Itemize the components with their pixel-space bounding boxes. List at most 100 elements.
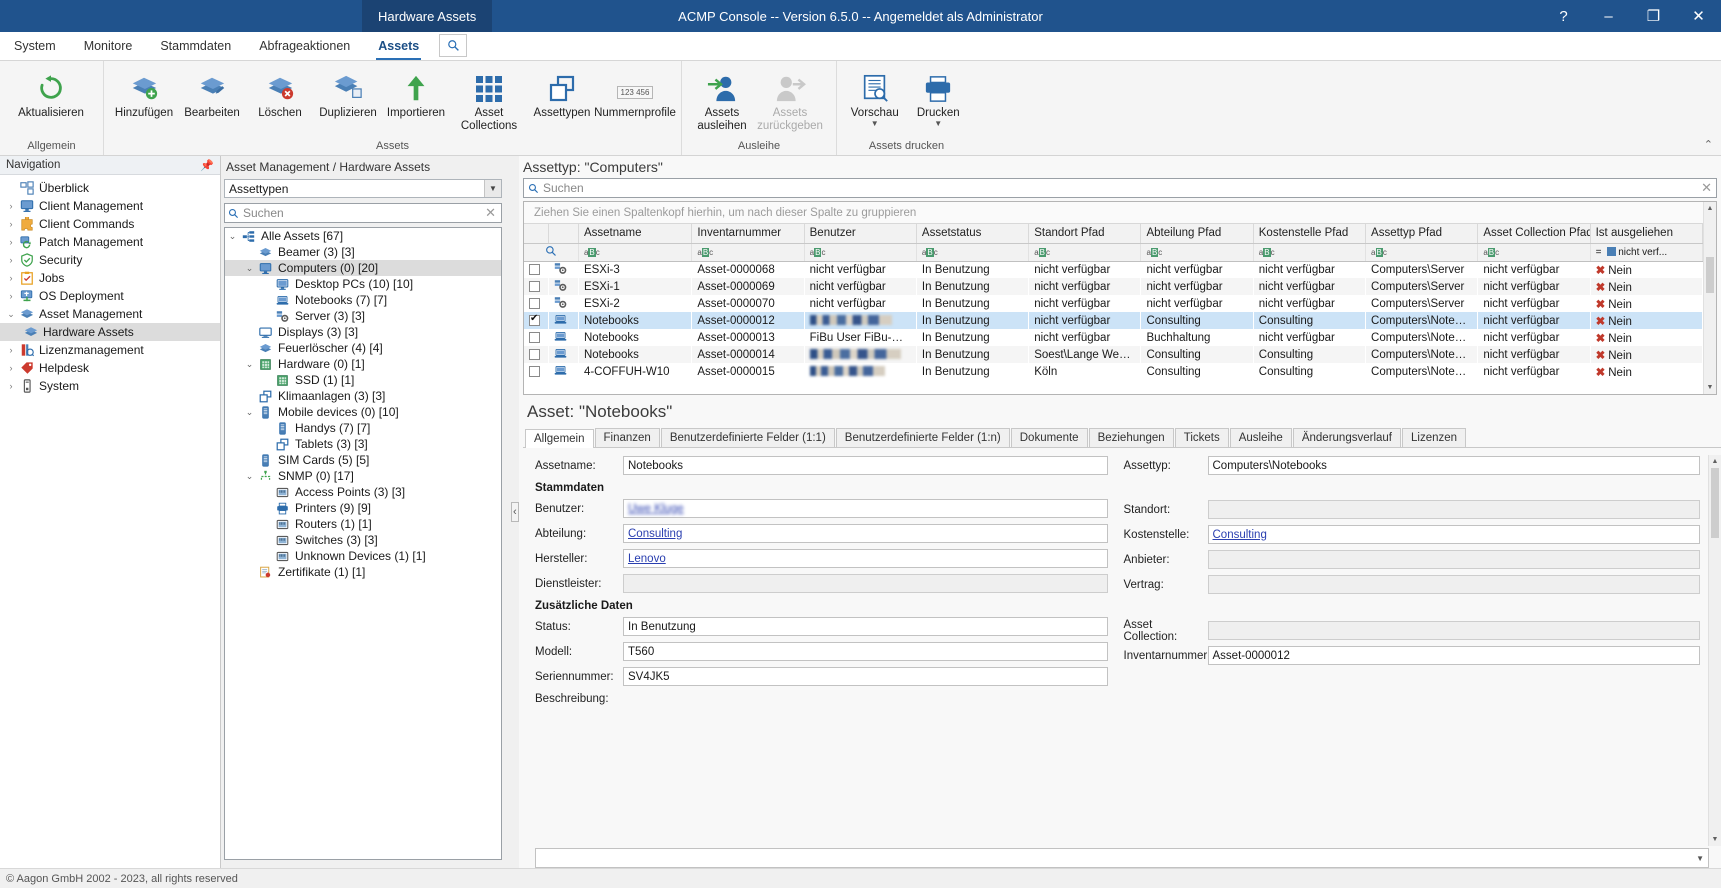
tree-node-access-points-3-3[interactable]: Access Points (3) [3] [225, 484, 501, 500]
table-row[interactable]: NotebooksAsset-0000012In Benutzungnicht … [524, 312, 1703, 329]
edit-button[interactable]: Bearbeiten [178, 66, 246, 123]
menu-item-monitore[interactable]: Monitore [70, 32, 147, 60]
sidebar-item-security[interactable]: ›Security [0, 251, 220, 269]
tab-allgemein[interactable]: Allgemein [525, 429, 594, 448]
assettypen-combo[interactable]: Assettypen ▼ [224, 179, 502, 198]
help-button[interactable]: ? [1541, 0, 1586, 32]
sidebar-item-berblick[interactable]: Überblick [0, 179, 220, 197]
scroll-up-arrow[interactable]: ▲ [1704, 202, 1716, 215]
chevron-down-icon[interactable]: ▼ [1696, 854, 1708, 863]
input-inventarnummer[interactable]: Asset-0000012 [1208, 646, 1701, 665]
chevron-down-icon[interactable]: ⌄ [225, 231, 240, 242]
chevron-right-icon[interactable]: › [4, 363, 18, 373]
value-benutzer[interactable]: Uwe Kluge [628, 503, 684, 515]
tree-node-mobile-devices-0-10[interactable]: ⌄Mobile devices (0) [10] [225, 404, 501, 420]
filter-operator[interactable]: = [1596, 247, 1602, 258]
clear-x-icon[interactable]: ✕ [1701, 180, 1712, 196]
col-assetname[interactable]: Assetname [578, 224, 691, 243]
chevron-right-icon[interactable]: › [4, 255, 18, 265]
row-checkbox-cell[interactable] [524, 329, 549, 346]
grid-vertical-scrollbar[interactable]: ▲ ▼ [1703, 202, 1716, 394]
col-asset-collection-pfad[interactable]: Asset Collection Pfad [1478, 224, 1590, 243]
chevron-down-icon[interactable]: ⌄ [242, 407, 257, 418]
sidebar-item-client-commands[interactable]: ›Client Commands [0, 215, 220, 233]
row-checkbox-cell[interactable] [524, 278, 549, 295]
table-row[interactable]: ESXi-3Asset-0000068nicht verfügbarIn Ben… [524, 261, 1703, 278]
ribbon-collapse-button[interactable]: ⌃ [1704, 138, 1713, 151]
input-kostenstelle[interactable]: Consulting [1208, 525, 1701, 544]
input-seriennummer[interactable]: SV4JK5 [623, 667, 1108, 686]
asset-tree[interactable]: ⌄Alle Assets [67]Beamer (3) [3]⌄Computer… [224, 227, 502, 860]
filter-standort[interactable]: aBc [1029, 243, 1141, 261]
filter-abteilung[interactable]: aBc [1141, 243, 1253, 261]
input-anbieter[interactable] [1208, 550, 1701, 569]
nummernprofile-button[interactable]: 123 456 Nummernprofile [596, 66, 674, 123]
tree-node-zertifikate-1-1[interactable]: Zertifikate (1) [1] [225, 564, 501, 580]
row-checkbox[interactable] [529, 349, 540, 360]
col-assetstatus[interactable]: Assetstatus [916, 224, 1028, 243]
asset-collections-button[interactable]: Asset Collections [450, 66, 528, 136]
detail-vertical-scrollbar[interactable]: ▲ ▼ [1708, 455, 1721, 846]
tree-node-switches-3-3[interactable]: Switches (3) [3] [225, 532, 501, 548]
tree-node-routers-1-1[interactable]: Routers (1) [1] [225, 516, 501, 532]
menu-item-abfrageaktionen[interactable]: Abfrageaktionen [245, 32, 364, 60]
tab-benutzerdefinierte-felder-1-n[interactable]: Benutzerdefinierte Felder (1:n) [836, 428, 1010, 447]
filter-search-icon[interactable] [524, 243, 578, 261]
input-assetname[interactable]: Notebooks [623, 456, 1108, 475]
value-abteilung[interactable]: Consulting [628, 528, 682, 540]
assettypen-button[interactable]: Assettypen [528, 66, 596, 123]
refresh-button[interactable]: Aktualisieren [6, 66, 96, 123]
table-row[interactable]: NotebooksAsset-0000013FiBu User FiBu-Use… [524, 329, 1703, 346]
sidebar-item-client-management[interactable]: ›Client Management [0, 197, 220, 215]
menu-item-assets[interactable]: Assets [364, 32, 433, 60]
table-row[interactable]: ESXi-1Asset-0000069nicht verfügbarIn Ben… [524, 278, 1703, 295]
minimize-button[interactable]: – [1586, 0, 1631, 32]
detail-scroll-track[interactable] [1709, 538, 1721, 833]
tree-node-server-3-3[interactable]: Server (3) [3] [225, 308, 501, 324]
sidebar-item-patch-management[interactable]: ›Patch Management [0, 233, 220, 251]
tree-node-klimaanlagen-3-3[interactable]: Klimaanlagen (3) [3] [225, 388, 501, 404]
restore-button[interactable]: ❐ [1631, 0, 1676, 32]
tab-beziehungen[interactable]: Beziehungen [1089, 428, 1174, 447]
assets-ausleihen-button[interactable]: Assets ausleihen [688, 66, 756, 136]
tab-nderungsverlauf[interactable]: Änderungsverlauf [1293, 428, 1401, 447]
tree-node-handys-7-7[interactable]: Handys (7) [7] [225, 420, 501, 436]
value-hersteller[interactable]: Lenovo [628, 553, 666, 565]
table-row[interactable]: 4-COFFUH-W10Asset-0000015In BenutzungKöl… [524, 363, 1703, 380]
detail-scroll-up-arrow[interactable]: ▲ [1709, 455, 1721, 468]
menu-item-system[interactable]: System [0, 32, 70, 60]
tab-benutzerdefinierte-felder-1-1[interactable]: Benutzerdefinierte Felder (1:1) [661, 428, 835, 447]
tree-node-alle-assets-67[interactable]: ⌄Alle Assets [67] [225, 228, 501, 244]
value-kostenstelle[interactable]: Consulting [1213, 529, 1267, 541]
grid-search-input[interactable]: Suchen ✕ [523, 178, 1717, 198]
row-checkbox-cell[interactable] [524, 363, 549, 380]
input-asset-collection[interactable] [1208, 621, 1701, 640]
scroll-down-arrow[interactable]: ▼ [1704, 381, 1716, 394]
tab-dokumente[interactable]: Dokumente [1011, 428, 1088, 447]
col-assettyp-pfad[interactable]: Assettyp Pfad [1366, 224, 1478, 243]
chevron-right-icon[interactable]: › [4, 201, 18, 211]
input-status[interactable]: In Benutzung [623, 617, 1108, 636]
input-vertrag[interactable] [1208, 575, 1701, 594]
detail-scroll-down-arrow[interactable]: ▼ [1709, 833, 1721, 846]
tree-node-sim-cards-5-5[interactable]: SIM Cards (5) [5] [225, 452, 501, 468]
filter-ist-ausgeliehen[interactable]: = nicht verf... [1590, 243, 1702, 261]
sidebar-item-hardware-assets[interactable]: Hardware Assets [0, 323, 220, 341]
panel-splitter[interactable] [510, 156, 519, 868]
table-row[interactable]: ESXi-2Asset-0000070nicht verfügbarIn Ben… [524, 295, 1703, 312]
scroll-thumb[interactable] [1706, 257, 1714, 293]
col-select-all[interactable] [524, 224, 549, 243]
tree-node-beamer-3-3[interactable]: Beamer (3) [3] [225, 244, 501, 260]
drucken-button[interactable]: Drucken ▼ [907, 66, 971, 130]
sidebar-item-system[interactable]: ›System [0, 377, 220, 395]
row-checkbox-cell[interactable] [524, 312, 549, 329]
close-button[interactable]: ✕ [1676, 0, 1721, 32]
chevron-down-icon[interactable]: ⌄ [242, 471, 257, 482]
sidebar-item-lizenzmanagement[interactable]: ›Lizenzmanagement [0, 341, 220, 359]
col-ist-ausgeliehen[interactable]: Ist ausgeliehen [1590, 224, 1702, 243]
row-checkbox[interactable] [529, 264, 540, 275]
filter-collection[interactable]: aBc [1478, 243, 1590, 261]
table-row[interactable]: NotebooksAsset-0000014In BenutzungSoest\… [524, 346, 1703, 363]
input-modell[interactable]: T560 [623, 642, 1108, 661]
chevron-down-icon-2[interactable]: ▼ [934, 120, 942, 127]
